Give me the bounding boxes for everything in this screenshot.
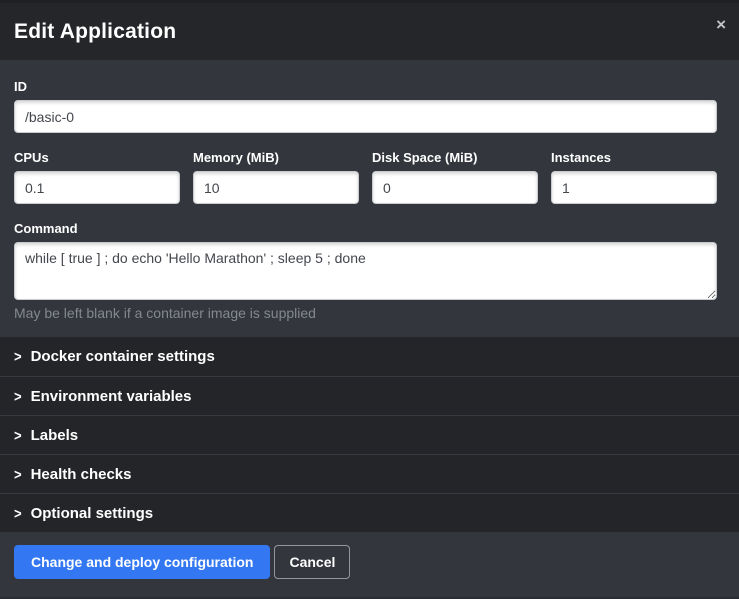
disk-label: Disk Space (MiB) <box>372 150 538 165</box>
command-label: Command <box>14 221 717 236</box>
cpus-label: CPUs <box>14 150 180 165</box>
instances-label: Instances <box>551 150 717 165</box>
field-command: Command while [ true ] ; do echo 'Hello … <box>14 221 717 321</box>
id-label: ID <box>14 79 717 94</box>
edit-application-modal: Edit Application × ID CPUs Memory (MiB) … <box>0 0 739 599</box>
chevron-right-icon: > <box>14 426 22 443</box>
chevron-right-icon: > <box>14 348 22 365</box>
accordion-label: Environment variables <box>31 388 192 405</box>
chevron-right-icon: > <box>14 387 22 404</box>
accordion-label: Labels <box>31 427 79 444</box>
cpus-input[interactable] <box>14 171 180 204</box>
accordion-label: Health checks <box>31 466 132 483</box>
disk-input[interactable] <box>372 171 538 204</box>
modal-header: Edit Application × <box>0 3 739 60</box>
command-help-text: May be left blank if a container image i… <box>14 305 717 321</box>
accordion-health-checks[interactable]: > Health checks <box>0 454 739 493</box>
field-memory: Memory (MiB) <box>193 150 359 204</box>
accordion-environment-variables[interactable]: > Environment variables <box>0 376 739 415</box>
chevron-right-icon: > <box>14 504 22 521</box>
field-cpus: CPUs <box>14 150 180 204</box>
collapsible-sections: > Docker container settings > Environmen… <box>0 337 739 532</box>
accordion-label: Docker container settings <box>31 348 215 365</box>
field-id: ID <box>14 79 717 133</box>
command-textarea[interactable]: while [ true ] ; do echo 'Hello Marathon… <box>14 242 717 300</box>
accordion-docker-container-settings[interactable]: > Docker container settings <box>0 337 739 376</box>
accordion-label: Optional settings <box>31 505 154 522</box>
cancel-button[interactable]: Cancel <box>274 545 350 579</box>
modal-title: Edit Application <box>14 20 176 44</box>
accordion-labels[interactable]: > Labels <box>0 415 739 454</box>
application-form: ID CPUs Memory (MiB) Disk Space (MiB) In… <box>0 60 739 337</box>
id-input[interactable] <box>14 100 717 133</box>
close-icon[interactable]: × <box>716 16 726 33</box>
instances-input[interactable] <box>551 171 717 204</box>
change-and-deploy-button[interactable]: Change and deploy configuration <box>14 545 270 579</box>
modal-footer: Change and deploy configuration Cancel <box>0 532 739 599</box>
memory-label: Memory (MiB) <box>193 150 359 165</box>
field-disk: Disk Space (MiB) <box>372 150 538 204</box>
accordion-optional-settings[interactable]: > Optional settings <box>0 493 739 532</box>
chevron-right-icon: > <box>14 465 22 482</box>
field-instances: Instances <box>551 150 717 204</box>
resources-row: CPUs Memory (MiB) Disk Space (MiB) Insta… <box>14 150 717 204</box>
memory-input[interactable] <box>193 171 359 204</box>
